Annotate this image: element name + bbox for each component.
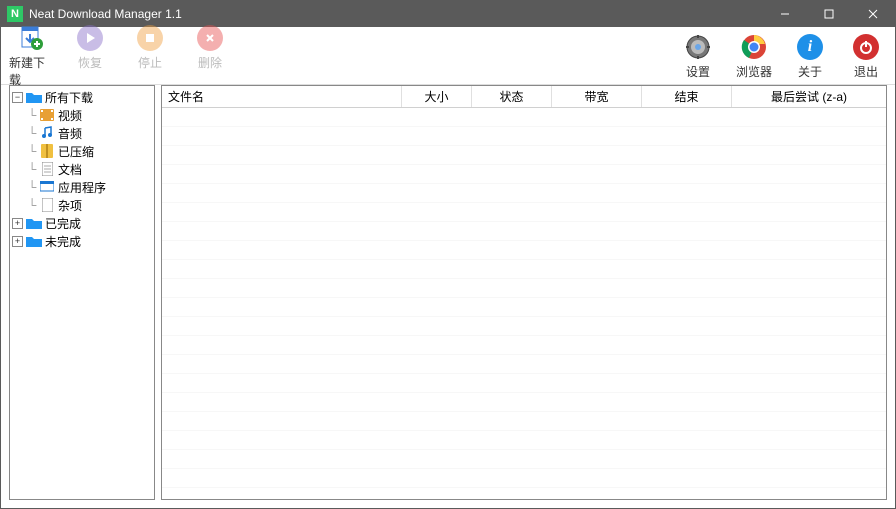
exit-button[interactable]: 退出 (845, 32, 887, 80)
document-icon (39, 162, 55, 176)
settings-label: 设置 (686, 63, 710, 80)
folder-icon (26, 216, 42, 230)
delete-label: 删除 (198, 54, 222, 71)
new-download-button[interactable]: 新建下载 (9, 23, 51, 88)
column-header-bandwidth[interactable]: 带宽 (552, 86, 642, 107)
folder-icon (26, 234, 42, 248)
list-header: 文件名 大小 状态 带宽 结束 最后尝试 (z-a) (162, 86, 886, 108)
tree-all-downloads[interactable]: − 所有下载 (12, 88, 152, 106)
compressed-icon (39, 144, 55, 158)
exit-icon (851, 32, 881, 62)
column-header-status[interactable]: 状态 (472, 86, 552, 107)
folder-icon (26, 90, 42, 104)
browser-button[interactable]: 浏览器 (733, 32, 775, 80)
tree-label: 未完成 (45, 233, 81, 250)
tree-label: 杂项 (58, 197, 82, 214)
tree-label: 视频 (58, 107, 82, 124)
tree-audio[interactable]: └ 音频 (12, 124, 152, 142)
column-header-size[interactable]: 大小 (402, 86, 472, 107)
window-title: Neat Download Manager 1.1 (29, 7, 763, 21)
tree-compressed[interactable]: └ 已压缩 (12, 142, 152, 160)
delete-icon (195, 23, 225, 53)
list-body[interactable] (162, 108, 886, 499)
about-button[interactable]: i 关于 (789, 32, 831, 80)
collapse-icon[interactable]: − (12, 92, 23, 103)
about-icon: i (795, 32, 825, 62)
column-header-filename[interactable]: 文件名 (162, 86, 402, 107)
new-download-icon (15, 23, 45, 53)
main-area: − 所有下载 └ 视频 └ 音频 └ 已压缩 └ 文档 (1, 85, 895, 508)
stop-icon (135, 23, 165, 53)
category-tree[interactable]: − 所有下载 └ 视频 └ 音频 └ 已压缩 └ 文档 (9, 85, 155, 500)
tree-label: 应用程序 (58, 179, 106, 196)
tree-label: 文档 (58, 161, 82, 178)
new-download-label: 新建下载 (9, 54, 51, 88)
expand-icon[interactable]: + (12, 218, 23, 229)
tree-misc[interactable]: └ 杂项 (12, 196, 152, 214)
expand-icon[interactable]: + (12, 236, 23, 247)
delete-button[interactable]: 删除 (189, 23, 231, 88)
browser-icon (739, 32, 769, 62)
toolbar: 新建下载 恢复 停止 删除 (1, 27, 895, 85)
tree-label: 音频 (58, 125, 82, 142)
misc-icon (39, 198, 55, 212)
settings-button[interactable]: 设置 (677, 32, 719, 80)
resume-label: 恢复 (78, 54, 102, 71)
window-controls (763, 1, 895, 27)
tree-completed[interactable]: + 已完成 (12, 214, 152, 232)
resume-icon (75, 23, 105, 53)
tree-label: 已压缩 (58, 143, 94, 160)
tree-label: 已完成 (45, 215, 81, 232)
settings-icon (683, 32, 713, 62)
stop-label: 停止 (138, 54, 162, 71)
column-header-last-attempt[interactable]: 最后尝试 (z-a) (732, 86, 886, 107)
tree-video[interactable]: └ 视频 (12, 106, 152, 124)
resume-button[interactable]: 恢复 (69, 23, 111, 88)
tree-label: 所有下载 (45, 89, 93, 106)
app-window: N Neat Download Manager 1.1 新建下载 恢复 (0, 0, 896, 509)
stop-button[interactable]: 停止 (129, 23, 171, 88)
application-icon (39, 180, 55, 194)
maximize-button[interactable] (807, 1, 851, 27)
audio-icon (39, 126, 55, 140)
browser-label: 浏览器 (736, 63, 772, 80)
about-label: 关于 (798, 63, 822, 80)
exit-label: 退出 (854, 63, 878, 80)
app-icon: N (7, 6, 23, 22)
download-list: 文件名 大小 状态 带宽 结束 最后尝试 (z-a) (161, 85, 887, 500)
tree-application[interactable]: └ 应用程序 (12, 178, 152, 196)
tree-document[interactable]: └ 文档 (12, 160, 152, 178)
video-icon (39, 108, 55, 122)
minimize-button[interactable] (763, 1, 807, 27)
close-button[interactable] (851, 1, 895, 27)
column-header-end[interactable]: 结束 (642, 86, 732, 107)
tree-incomplete[interactable]: + 未完成 (12, 232, 152, 250)
